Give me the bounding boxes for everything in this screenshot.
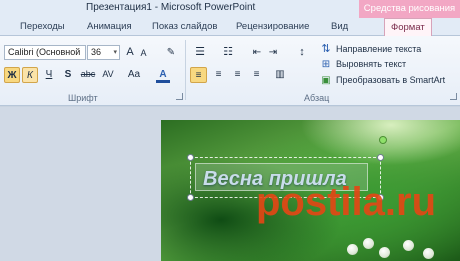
justify-icon[interactable]: ≡ <box>248 67 265 83</box>
tab-transitions[interactable]: Переходы <box>20 21 65 32</box>
drawing-tools-context-group: Средства рисования <box>359 0 460 18</box>
shadow-button[interactable]: S <box>61 67 75 83</box>
align-center-icon[interactable]: ≡ <box>210 67 227 83</box>
font-dialog-launcher-icon[interactable] <box>176 93 183 100</box>
align-text-icon: ⊞ <box>321 59 331 70</box>
slide-workspace: Весна пришла postila.ru <box>0 107 460 261</box>
smartart-icon: ▣ <box>321 75 331 86</box>
ribbon-tabs: Переходы Анимация Показ слайдов Рецензир… <box>0 18 460 37</box>
window-title: Презентация1 - Microsoft PowerPoint <box>86 2 256 13</box>
flower-bud <box>347 244 358 255</box>
paragraph-dialog-launcher-icon[interactable] <box>450 93 457 100</box>
convert-smartart-button[interactable]: Преобразовать в SmartArt <box>336 75 445 85</box>
bold-button[interactable]: Ж <box>4 67 20 83</box>
slide-canvas[interactable]: Весна пришла postila.ru <box>161 120 460 261</box>
change-case-button[interactable]: Aa <box>126 67 142 83</box>
resize-handle[interactable] <box>187 154 194 161</box>
tab-view[interactable]: Вид <box>331 21 348 32</box>
tab-slideshow[interactable]: Показ слайдов <box>152 21 217 32</box>
clear-formatting-icon[interactable]: ✎ <box>164 45 178 61</box>
text-direction-button[interactable]: Направление текста <box>336 44 421 54</box>
flower-bud <box>363 238 374 249</box>
group-separator <box>185 40 186 100</box>
title-bar: Презентация1 - Microsoft PowerPoint Сред… <box>0 0 460 18</box>
tab-format[interactable]: Формат <box>384 18 432 37</box>
font-family-value: Calibri (Основной <box>8 47 81 57</box>
numbering-icon[interactable]: ☷ <box>219 45 237 61</box>
font-color-button[interactable]: A <box>156 67 170 83</box>
font-size-value: 36 <box>91 47 102 57</box>
bullets-icon[interactable]: ☰ <box>191 45 209 61</box>
align-right-icon[interactable]: ≡ <box>229 67 246 83</box>
chevron-down-icon: ▾ <box>113 49 117 56</box>
font-family-combo[interactable]: Calibri (Основной <box>4 45 86 60</box>
ribbon: Calibri (Основной 36 ▾ A A ✎ Ж К Ч S abc… <box>0 36 460 106</box>
font-size-combo[interactable]: 36 ▾ <box>87 45 120 60</box>
rotate-handle[interactable] <box>379 136 387 144</box>
line-spacing-icon[interactable]: ↕ <box>293 45 311 61</box>
strikethrough-button[interactable]: abc <box>79 67 97 83</box>
align-left-icon[interactable]: ≡ <box>190 67 207 83</box>
paragraph-group-label: Абзац <box>304 93 330 103</box>
text-direction-icon: ⇅ <box>321 43 331 55</box>
italic-button[interactable]: К <box>22 67 38 83</box>
resize-handle[interactable] <box>377 154 384 161</box>
tab-review[interactable]: Рецензирование <box>236 21 309 32</box>
decrease-indent-icon[interactable]: ⇤ <box>250 45 264 61</box>
align-text-button[interactable]: Выровнять текст <box>336 59 406 69</box>
watermark-text: postila.ru <box>256 180 437 224</box>
flower-bud <box>403 240 414 251</box>
flower-bud <box>423 248 434 259</box>
flower-bud <box>379 247 390 258</box>
grow-font-button[interactable]: A <box>124 45 136 61</box>
shrink-font-button[interactable]: A <box>138 46 149 62</box>
columns-icon[interactable]: ▥ <box>271 67 289 83</box>
underline-button[interactable]: Ч <box>42 67 56 83</box>
character-spacing-button[interactable]: AV <box>99 67 117 83</box>
tab-animation[interactable]: Анимация <box>87 21 132 32</box>
resize-handle[interactable] <box>187 194 194 201</box>
increase-indent-icon[interactable]: ⇥ <box>266 45 280 61</box>
font-group-label: Шрифт <box>68 93 98 103</box>
